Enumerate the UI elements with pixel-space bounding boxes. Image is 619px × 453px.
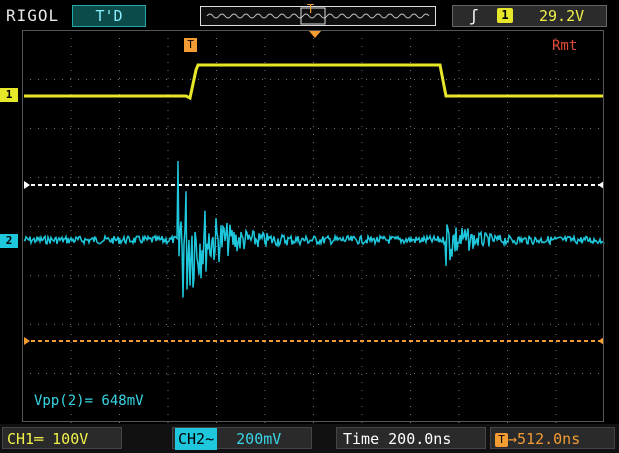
grid-dot [410,422,411,423]
timebase-scale[interactable]: Time 200.0ns [336,427,486,449]
grid-dot [361,422,363,423]
grid-dot [216,422,217,423]
trigger-delay[interactable]: T →512.0ns [490,427,615,449]
grid-dot [555,422,557,423]
grid-dot [119,422,120,423]
grid-dot [264,422,266,423]
grid-dot [313,422,314,423]
ch2-tag: CH2~ [175,428,218,450]
delay-value: →512.0ns [508,430,581,448]
bottom-status-bar: CH1═ 100V CH2~ 200mV Time 200.0ns T →512.… [0,424,619,453]
vpp-measurement: Vpp(2)= 648mV [34,393,144,409]
trigger-delay-icon: T [495,432,508,447]
grid-dot [458,422,460,423]
grid-dot [70,422,72,423]
grid-dot [167,422,169,423]
graticule-frame [22,30,604,422]
remote-indicator: Rmt [552,38,578,54]
grid-dot [507,422,508,423]
ch2-scale[interactable]: CH2~ 200mV [172,427,312,450]
trigger-point-marker: T [184,38,197,52]
ch2-volts: 200mV [236,430,282,448]
ch2-ground-marker[interactable]: 2 [0,234,18,248]
ch1-scale[interactable]: CH1═ 100V [2,427,122,449]
ch1-ground-marker[interactable]: 1 [0,88,18,102]
